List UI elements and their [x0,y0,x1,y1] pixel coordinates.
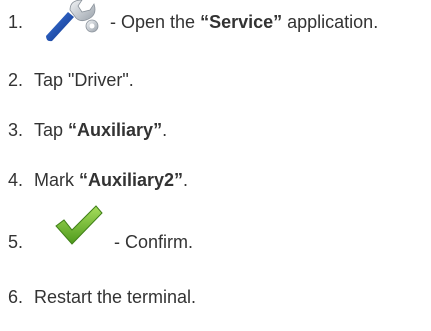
step-text-after: . [183,170,189,190]
step-text-after: application. [282,12,379,32]
step-number: 4. [8,170,24,190]
step-text: - Open the [110,12,201,32]
option-name: “Auxiliary2” [79,170,184,190]
step-number: 1. [8,12,24,32]
step-number: 6. [8,287,24,307]
step-text: Restart the terminal. [34,287,197,307]
step-number: 3. [8,120,24,140]
menu-name: “Auxiliary” [68,120,163,140]
step-text: - Confirm. [114,232,194,252]
wrench-icon [46,0,99,42]
step-text-before: Tap [34,120,69,140]
app-name: “Service” [200,12,283,32]
step-text: Tap "Driver". [34,70,134,90]
step-number: 5. [8,232,24,252]
step-text-after: . [162,120,168,140]
step-number: 2. [8,70,24,90]
checkmark-icon [55,205,103,245]
step-text-before: Mark [34,170,79,190]
